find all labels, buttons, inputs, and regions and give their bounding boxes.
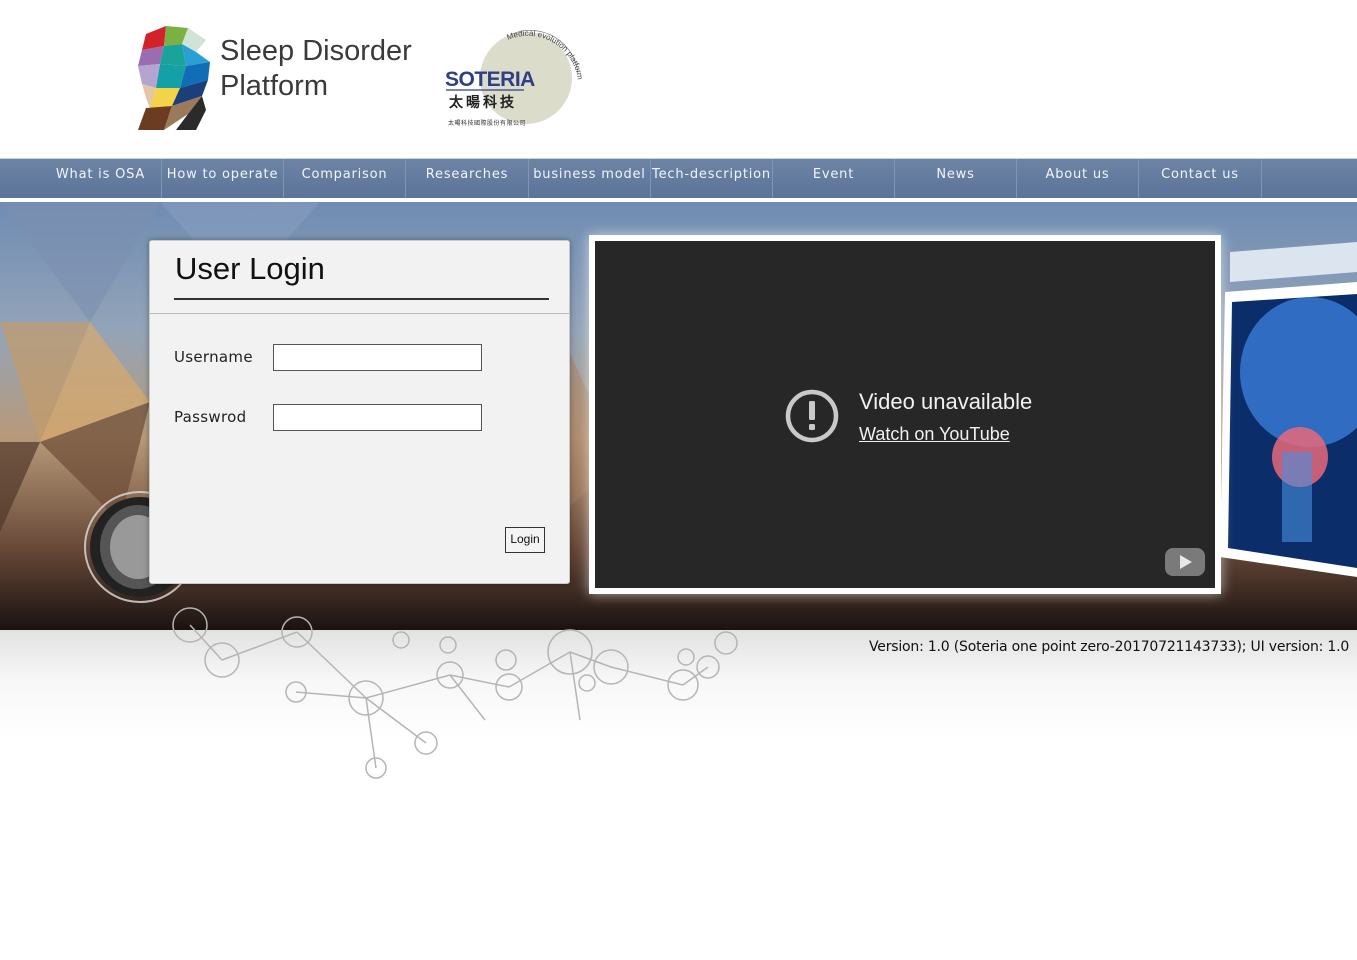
partner-name-zh: 太暘科技	[449, 95, 517, 111]
youtube-logo-icon[interactable]	[1164, 547, 1206, 577]
login-divider	[150, 313, 569, 314]
partner-tagline-arc: Medical evolution platform	[505, 30, 584, 81]
alert-icon	[785, 389, 839, 443]
login-title: User Login	[175, 251, 325, 286]
version-info: Version: 1.0 (Soteria one point zero-201…	[869, 639, 1350, 655]
platform-title: Sleep Disorder Platform	[220, 34, 412, 104]
nav-what-is-osa[interactable]: What is OSA	[40, 159, 162, 199]
nav-about-us[interactable]: About us	[1017, 159, 1139, 199]
nav-tech-description[interactable]: Tech-description	[651, 159, 773, 199]
video-embed: Video unavailable Watch on YouTube	[589, 235, 1221, 594]
login-button[interactable]: Login	[505, 527, 545, 553]
partner-tagline: Medical evolution platform	[505, 30, 584, 81]
nav-contact-us[interactable]: Contact us	[1139, 159, 1262, 199]
login-panel: User Login Username Passwrod Login	[149, 240, 570, 584]
molecule-decoration	[172, 607, 738, 779]
watch-on-youtube-link[interactable]: Watch on YouTube	[859, 424, 1010, 445]
nav-how-to-operate[interactable]: How to operate	[162, 159, 284, 199]
nav-comparison[interactable]: Comparison	[284, 159, 406, 199]
nav-researches[interactable]: Researches	[406, 159, 529, 199]
nav-event[interactable]: Event	[773, 159, 895, 199]
username-input[interactable]	[273, 344, 482, 371]
video-unavailable-message: Video unavailable	[859, 389, 1033, 414]
head-mosaic-logo-icon	[138, 26, 210, 130]
username-label: Username	[174, 348, 253, 366]
video-player[interactable]: Video unavailable Watch on YouTube	[595, 241, 1215, 588]
nav-business-model[interactable]: business model	[529, 159, 651, 199]
svg-text:Medical evolution platform: Medical evolution platform	[505, 30, 584, 81]
partner-company: 太暘科技國際股份有限公司	[448, 120, 527, 127]
password-input[interactable]	[273, 404, 482, 431]
header: Sleep Disorder Platform SOTERIA 太暘科技 太暘科…	[0, 0, 1357, 158]
nav-news[interactable]: News	[895, 159, 1017, 199]
platform-title-line1: Sleep Disorder	[220, 35, 412, 67]
login-title-underline	[174, 298, 549, 300]
password-label: Passwrod	[174, 408, 247, 426]
main-navigation: What is OSA How to operate Comparison Re…	[0, 158, 1357, 199]
platform-title-line2: Platform	[220, 70, 328, 102]
